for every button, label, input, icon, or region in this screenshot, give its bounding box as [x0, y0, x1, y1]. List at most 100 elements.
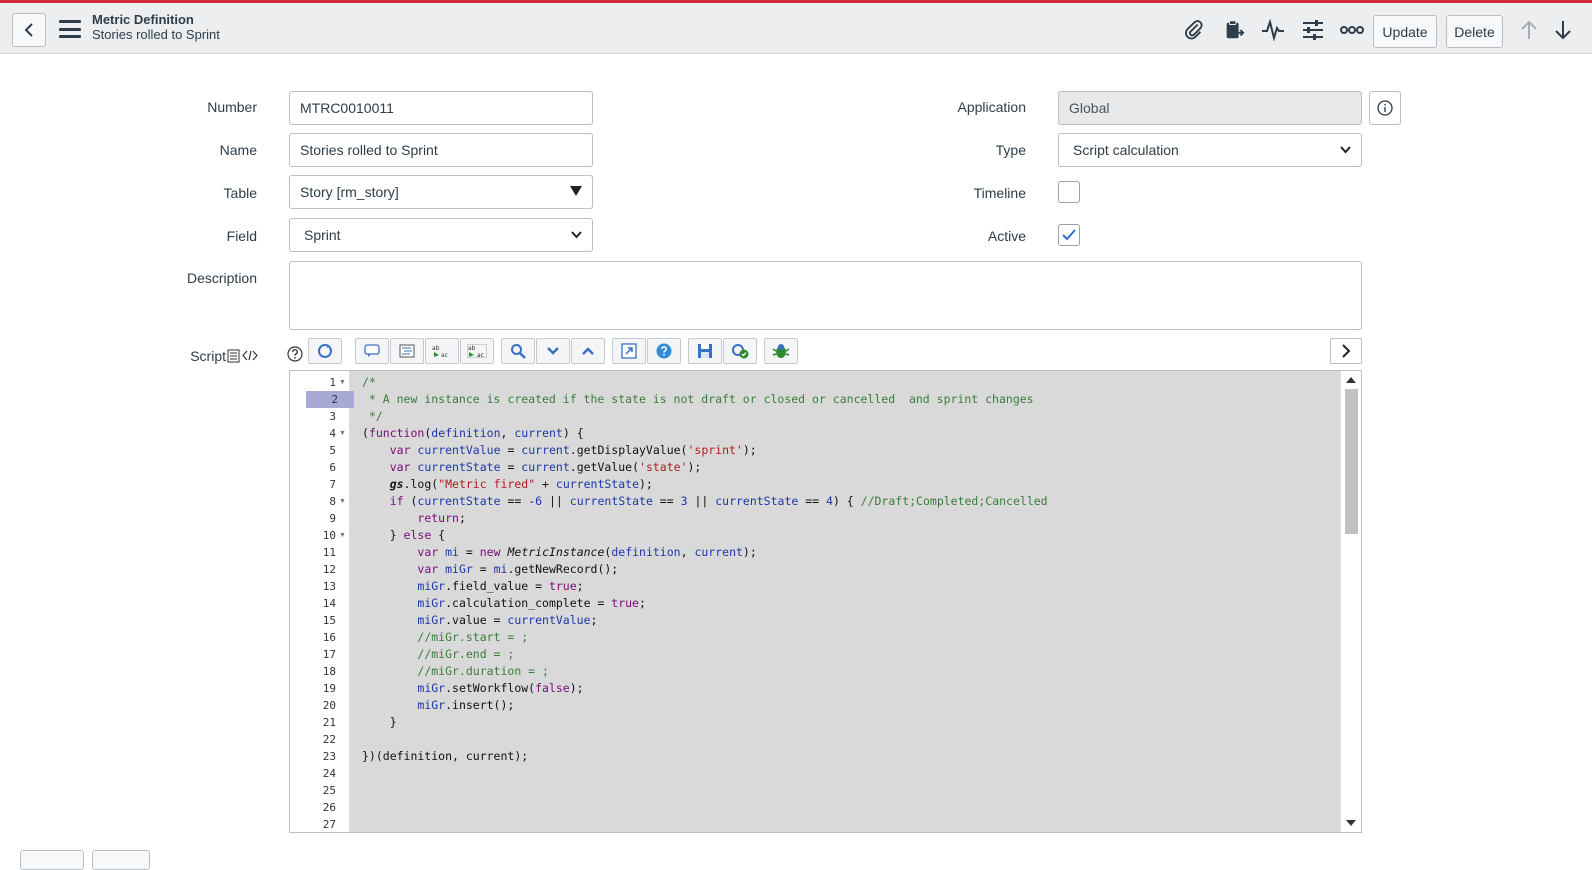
- line-number: 25: [322, 784, 336, 797]
- code-line: return;: [417, 511, 466, 525]
- format-icon: [399, 344, 415, 358]
- timeline-checkbox[interactable]: [1058, 181, 1080, 203]
- line-number: 1: [329, 376, 336, 389]
- line-number: 24: [322, 767, 336, 780]
- bottom-update-button[interactable]: [20, 850, 84, 870]
- name-field[interactable]: Stories rolled to Sprint: [289, 133, 593, 167]
- bug-icon: [772, 344, 790, 358]
- update-button[interactable]: Update: [1373, 15, 1437, 48]
- comment-button[interactable]: [355, 338, 389, 364]
- fold-marker-icon[interactable]: ▼: [339, 527, 346, 544]
- chevron-down-icon: [1340, 146, 1351, 154]
- attachment-icon[interactable]: [1180, 16, 1208, 44]
- code-line: //miGr.start = ;: [417, 630, 529, 644]
- bottom-delete-button[interactable]: [92, 850, 150, 870]
- code-line: }: [362, 715, 397, 729]
- context-menu-icon[interactable]: [58, 17, 82, 41]
- delete-button[interactable]: Delete: [1446, 15, 1503, 48]
- line-number: 20: [322, 699, 336, 712]
- line-number: 4: [329, 427, 336, 440]
- replace-all-button[interactable]: ab ac: [460, 338, 494, 364]
- search-button[interactable]: [501, 338, 535, 364]
- type-label: Type: [995, 142, 1026, 158]
- validate-script-button[interactable]: [723, 338, 757, 364]
- timeline-label: Timeline: [973, 185, 1026, 201]
- description-textarea[interactable]: [289, 261, 1362, 330]
- question-circle-icon: [656, 343, 672, 359]
- clipboard-icon[interactable]: [1220, 16, 1248, 44]
- info-button[interactable]: [1369, 91, 1401, 125]
- script-editor[interactable]: 1 2 3 4 5 6 7 8 9 10 11 12 13 14 15 16 1…: [289, 370, 1362, 833]
- next-record-arrow-icon[interactable]: [1553, 16, 1573, 44]
- scroll-up-arrow-icon[interactable]: [1346, 376, 1356, 383]
- line-number: 15: [322, 614, 336, 627]
- application-field: Global: [1058, 91, 1362, 125]
- previous-record-arrow-icon[interactable]: [1515, 16, 1543, 44]
- type-select[interactable]: Script calculation: [1058, 133, 1362, 167]
- line-number: 10: [322, 529, 336, 542]
- code-line: //miGr.duration = ;: [417, 664, 549, 678]
- line-number: 26: [322, 801, 336, 814]
- checkmark-icon: [1062, 229, 1076, 241]
- expand-panel-button[interactable]: [1330, 338, 1362, 364]
- active-checkbox[interactable]: [1058, 224, 1080, 246]
- line-number: 7: [329, 478, 336, 491]
- debug-script-button[interactable]: [764, 338, 798, 364]
- line-number: 8: [329, 495, 336, 508]
- triangle-down-icon: [570, 186, 582, 196]
- line-number-active: 2: [306, 391, 354, 408]
- field-select[interactable]: Sprint: [289, 218, 593, 252]
- find-previous-button[interactable]: [571, 338, 605, 364]
- code-line: } else {: [362, 528, 446, 542]
- line-number: 21: [322, 716, 336, 729]
- code-line: (function(definition, current) {: [362, 426, 584, 440]
- script-doc-icon: [227, 349, 240, 363]
- svg-text:ab: ab: [468, 345, 476, 352]
- save-script-button[interactable]: [688, 338, 722, 364]
- chevron-down-icon: [571, 231, 582, 239]
- line-number: 22: [322, 733, 336, 746]
- field-select-value: Sprint: [304, 227, 341, 243]
- scroll-down-arrow-icon[interactable]: [1346, 820, 1356, 827]
- format-code-button[interactable]: [390, 338, 424, 364]
- fullscreen-button[interactable]: [612, 338, 646, 364]
- record-display-name: Stories rolled to Sprint: [92, 27, 220, 42]
- line-number: 11: [322, 546, 336, 559]
- toggle-syntax-button[interactable]: [308, 338, 342, 364]
- code-line: })(definition, current);: [362, 749, 529, 763]
- help-icon[interactable]: [287, 346, 303, 362]
- record-header: Metric Definition Stories rolled to Spri…: [0, 0, 1592, 54]
- script-help-button[interactable]: [647, 338, 681, 364]
- code-line: /*: [362, 375, 376, 389]
- description-label: Description: [186, 270, 257, 286]
- back-button[interactable]: [12, 13, 46, 47]
- table-select[interactable]: Story [rm_story]: [289, 175, 593, 209]
- table-label: Table: [223, 185, 257, 201]
- fold-marker-icon[interactable]: ▼: [339, 493, 346, 510]
- code-line: var miGr = mi.getNewRecord();: [417, 562, 619, 576]
- refresh-icon: [318, 344, 332, 358]
- svg-text:ac: ac: [477, 352, 484, 358]
- number-field[interactable]: MTRC0010011: [289, 91, 593, 125]
- chevron-up-icon: [582, 347, 594, 355]
- line-number: 16: [322, 631, 336, 644]
- line-number: 13: [322, 580, 336, 593]
- chevron-down-icon: [547, 347, 559, 355]
- activity-pulse-icon[interactable]: [1259, 16, 1287, 44]
- type-select-value: Script calculation: [1073, 142, 1179, 158]
- line-number: 27: [322, 818, 336, 831]
- fold-marker-icon[interactable]: ▼: [339, 374, 346, 391]
- replace-button[interactable]: ab ac: [425, 338, 459, 364]
- more-options-icon[interactable]: [1338, 16, 1366, 44]
- chevron-right-icon: [1342, 344, 1351, 358]
- code-line: miGr.insert();: [417, 698, 515, 712]
- code-area[interactable]: /* * A new instance is created if the st…: [352, 371, 1342, 832]
- scrollbar-thumb[interactable]: [1345, 389, 1358, 534]
- name-label: Name: [219, 142, 257, 158]
- editor-scrollbar[interactable]: [1340, 371, 1361, 832]
- fold-marker-icon[interactable]: ▼: [339, 425, 346, 442]
- search-icon: [511, 344, 526, 359]
- find-next-button[interactable]: [536, 338, 570, 364]
- info-icon: [1377, 100, 1393, 116]
- settings-sliders-icon[interactable]: [1299, 16, 1327, 44]
